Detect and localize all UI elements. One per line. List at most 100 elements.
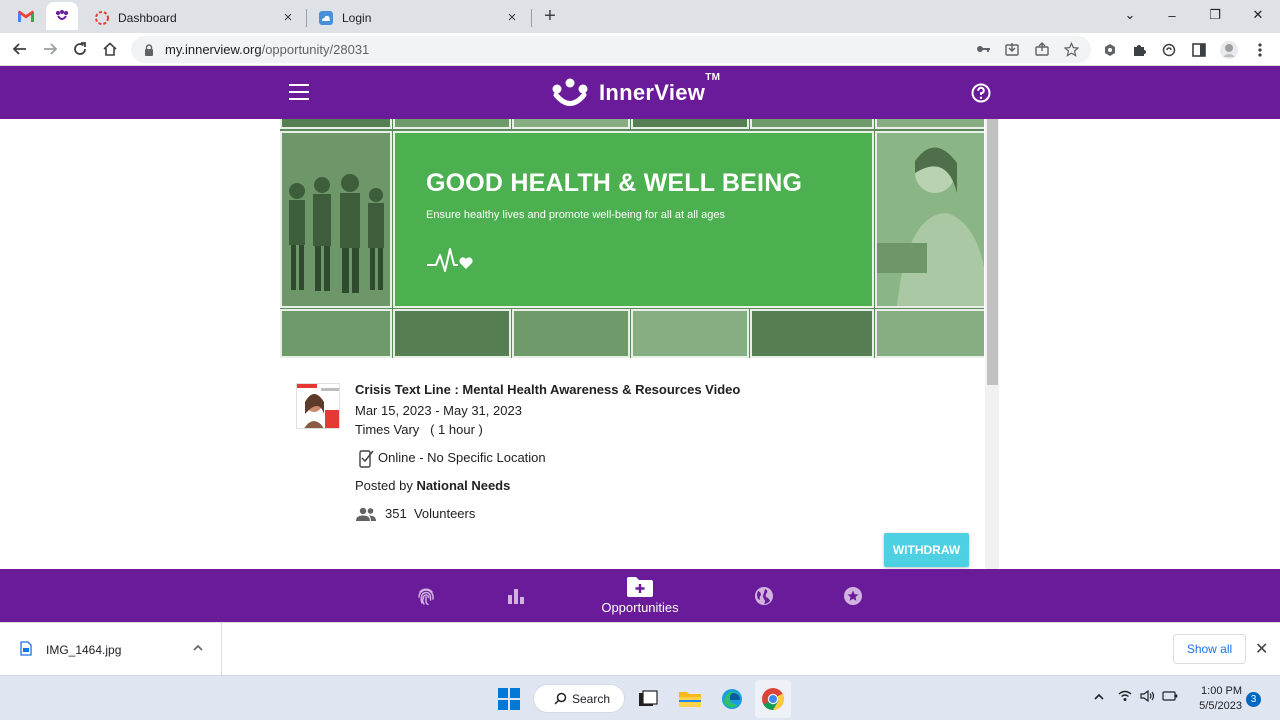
extensions-puzzle-icon[interactable] — [1129, 40, 1149, 60]
nav-label: Opportunities — [601, 600, 679, 615]
nav-stats[interactable] — [504, 569, 528, 622]
windows-taskbar: Search 1:00 PM 5/5/2023 3 — [0, 675, 1280, 720]
close-window-button[interactable]: ✕ — [1236, 0, 1280, 30]
reload-icon — [74, 42, 86, 55]
address-bar[interactable]: my.innerview.org/opportunity/28031 — [131, 36, 1091, 63]
innerview-pinned-tab[interactable] — [46, 2, 78, 30]
tab-title: Dashboard — [118, 11, 177, 25]
share-icon[interactable] — [1033, 40, 1051, 58]
nav-globe[interactable] — [752, 569, 776, 622]
edge-icon — [722, 689, 742, 709]
forward-button[interactable] — [38, 37, 62, 61]
banner-photo — [393, 309, 511, 358]
browser-toolbar: my.innerview.org/opportunity/28031 — [0, 33, 1280, 66]
opportunity-title[interactable]: Crisis Text Line : Mental Health Awarene… — [355, 382, 740, 397]
opportunity-dates: Mar 15, 2023 - May 31, 2023 — [355, 403, 522, 418]
volume-icon[interactable] — [1140, 689, 1156, 705]
taskbar-search[interactable]: Search — [533, 684, 625, 713]
banner-photo — [875, 309, 984, 358]
url-host: my.innerview.org — [165, 42, 262, 57]
profile-avatar[interactable] — [1219, 40, 1239, 60]
wifi-icon[interactable] — [1118, 690, 1132, 705]
posted-by-org[interactable]: National Needs — [416, 478, 510, 493]
tab-close-icon[interactable]: × — [280, 10, 296, 26]
banner-photo — [280, 119, 392, 129]
tab-separator — [531, 9, 532, 27]
nav-star[interactable] — [841, 569, 865, 622]
banner-photo — [750, 309, 874, 358]
heartbeat-icon — [427, 248, 473, 272]
extension-icon[interactable] — [1100, 40, 1120, 60]
notification-badge[interactable]: 3 — [1246, 692, 1261, 707]
browser-tab-strip: Dashboard × Login × + ⌄ – ❐ ✕ — [0, 0, 1280, 33]
task-view-button[interactable] — [633, 684, 663, 714]
home-button[interactable] — [98, 37, 122, 61]
file-explorer-button[interactable] — [675, 684, 705, 714]
cloud-favicon-icon — [318, 10, 334, 26]
banner-headline: GOOD HEALTH & WELL BEING — [426, 169, 803, 197]
scrollbar-thumb[interactable] — [987, 119, 998, 385]
clock-time: 1:00 PM — [1201, 685, 1242, 697]
globe-icon — [755, 586, 773, 605]
back-button[interactable] — [8, 37, 32, 61]
brand-name: InnerViewTM — [599, 72, 721, 105]
tab-separator — [306, 9, 307, 27]
innerview-logo-icon — [552, 78, 588, 106]
chrome-menu-icon[interactable] — [1250, 40, 1270, 60]
folder-icon — [679, 692, 701, 707]
reload-button[interactable] — [68, 37, 92, 61]
clock-date: 5/5/2023 — [1199, 700, 1242, 712]
nav-opportunities[interactable]: Opportunities — [590, 569, 690, 622]
banner-subtitle: Ensure healthy lives and promote well-be… — [426, 209, 725, 221]
menu-hamburger-icon[interactable] — [289, 84, 309, 100]
url-path: /opportunity/28031 — [261, 42, 370, 57]
tab-login[interactable]: Login × — [308, 3, 530, 33]
edge-button[interactable] — [717, 684, 747, 714]
taskbar-clock[interactable]: 1:00 PM 5/5/2023 — [1190, 684, 1242, 714]
folder-plus-icon — [627, 577, 653, 597]
download-item[interactable]: IMG_1464.jpg — [0, 623, 222, 675]
close-download-shelf-icon[interactable]: ✕ — [1255, 639, 1268, 659]
tab-close-icon[interactable]: × — [504, 10, 520, 26]
minimize-button[interactable]: – — [1150, 0, 1194, 30]
bookmark-star-icon[interactable] — [1062, 40, 1080, 58]
tab-title: Login — [342, 11, 372, 25]
sdg-goal-panel: GOOD HEALTH & WELL BEING Ensure healthy … — [393, 131, 874, 308]
posted-by: Posted by National Needs — [355, 478, 511, 493]
side-panel-icon[interactable] — [1189, 40, 1209, 60]
withdraw-button[interactable]: WITHDRAW — [884, 533, 969, 567]
innerview-logo[interactable]: InnerViewTM — [549, 72, 721, 110]
chevron-up-icon[interactable] — [192, 641, 204, 655]
people-icon — [356, 507, 376, 521]
mobile-check-icon — [359, 450, 374, 468]
chrome-button[interactable] — [758, 684, 788, 714]
key-icon[interactable] — [974, 40, 992, 58]
tray-chevron-up-icon[interactable] — [1093, 690, 1105, 704]
bar-chart-icon — [508, 588, 524, 604]
restore-button[interactable]: ❐ — [1193, 0, 1237, 30]
banner-photo — [631, 309, 749, 358]
volunteer-count: 351 Volunteers — [385, 506, 476, 521]
file-icon — [20, 641, 32, 656]
organization-thumbnail[interactable] — [296, 383, 340, 429]
help-icon[interactable] — [971, 83, 991, 103]
nav-fingerprint[interactable] — [414, 569, 438, 622]
runners-photo — [280, 131, 392, 308]
lock-icon — [145, 43, 153, 56]
banner-photo — [280, 309, 392, 358]
home-icon — [103, 42, 117, 56]
app-header: InnerViewTM — [0, 66, 1280, 119]
star-icon — [844, 586, 862, 605]
task-view-icon — [639, 690, 658, 706]
install-app-icon[interactable] — [1003, 40, 1021, 58]
banner-photo — [631, 119, 749, 129]
battery-icon[interactable] — [1162, 690, 1178, 704]
tab-dashboard[interactable]: Dashboard × — [84, 3, 306, 33]
arrow-left-icon — [12, 43, 26, 55]
start-button[interactable] — [494, 684, 524, 714]
new-tab-button[interactable]: + — [538, 5, 562, 29]
show-all-downloads-button[interactable]: Show all — [1173, 634, 1246, 664]
tab-search-chevron-icon[interactable]: ⌄ — [1108, 0, 1152, 30]
sync-icon[interactable] — [1159, 40, 1179, 60]
gmail-pinned-tab[interactable] — [10, 2, 42, 30]
